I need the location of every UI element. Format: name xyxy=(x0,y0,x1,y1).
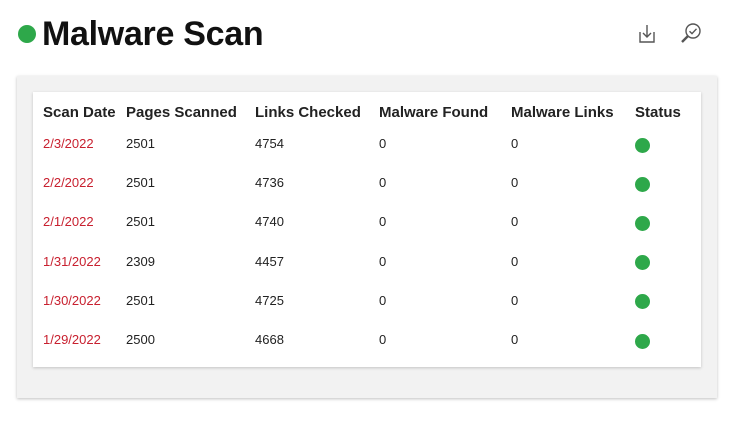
status-ok-icon xyxy=(635,176,650,192)
scan-date-link[interactable]: 2/3/2022 xyxy=(43,136,94,151)
links-checked-cell: 4740 xyxy=(255,214,284,230)
table-row: 1/29/2022 2500 4668 0 0 xyxy=(33,320,701,359)
table-row: 1/30/2022 2501 4725 0 0 xyxy=(33,281,701,320)
malware-links-cell: 0 xyxy=(511,253,519,269)
scan-date-link[interactable]: 2/1/2022 xyxy=(43,214,94,229)
download-icon xyxy=(639,25,655,43)
pages-scanned-cell: 2309 xyxy=(126,253,155,269)
toolbar xyxy=(634,20,704,48)
status-ok-icon xyxy=(635,137,650,153)
table-row: 2/1/2022 2501 4740 0 0 xyxy=(33,202,701,241)
column-header-links-checked: Links Checked xyxy=(255,103,361,121)
scan-date-link[interactable]: 1/29/2022 xyxy=(43,332,101,347)
status-ok-icon xyxy=(635,255,650,271)
pages-scanned-cell: 2501 xyxy=(126,136,155,152)
malware-found-cell: 0 xyxy=(379,136,387,152)
table-header-row: Scan Date Pages Scanned Links Checked Ma… xyxy=(33,100,701,124)
malware-found-cell: 0 xyxy=(379,253,387,269)
table-row: 2/2/2022 2501 4736 0 0 xyxy=(33,163,701,202)
column-header-malware-links: Malware Links xyxy=(511,103,614,121)
scan-table-card: Scan Date Pages Scanned Links Checked Ma… xyxy=(33,92,701,367)
status-ok-icon xyxy=(635,333,650,349)
links-checked-cell: 4754 xyxy=(255,136,284,152)
download-button[interactable] xyxy=(634,20,660,48)
malware-found-cell: 0 xyxy=(379,214,387,230)
search-check-icon xyxy=(681,23,701,43)
table-row: 2/3/2022 2501 4754 0 0 xyxy=(33,124,701,163)
column-header-pages-scanned: Pages Scanned xyxy=(126,103,237,121)
column-header-scan-date: Scan Date xyxy=(43,103,116,121)
scan-date-link[interactable]: 1/31/2022 xyxy=(43,254,101,269)
pages-scanned-cell: 2501 xyxy=(126,175,155,191)
links-checked-cell: 4668 xyxy=(255,332,284,348)
malware-links-cell: 0 xyxy=(511,136,519,152)
pages-scanned-cell: 2500 xyxy=(126,332,155,348)
malware-links-cell: 0 xyxy=(511,214,519,230)
rescan-button[interactable] xyxy=(678,20,704,48)
malware-found-cell: 0 xyxy=(379,292,387,308)
table-row: 1/31/2022 2309 4457 0 0 xyxy=(33,242,701,281)
malware-found-cell: 0 xyxy=(379,175,387,191)
links-checked-cell: 4457 xyxy=(255,253,284,269)
malware-links-cell: 0 xyxy=(511,175,519,191)
status-ok-icon xyxy=(635,215,650,231)
pages-scanned-cell: 2501 xyxy=(126,214,155,230)
page-header: Malware Scan xyxy=(18,12,264,56)
links-checked-cell: 4736 xyxy=(255,175,284,191)
links-checked-cell: 4725 xyxy=(255,292,284,308)
scan-date-link[interactable]: 2/2/2022 xyxy=(43,175,94,190)
column-header-malware-found: Malware Found xyxy=(379,103,489,121)
malware-found-cell: 0 xyxy=(379,332,387,348)
pages-scanned-cell: 2501 xyxy=(126,292,155,308)
status-ok-icon xyxy=(635,294,650,310)
malware-links-cell: 0 xyxy=(511,332,519,348)
malware-links-cell: 0 xyxy=(511,292,519,308)
scan-table: Scan Date Pages Scanned Links Checked Ma… xyxy=(33,100,701,359)
column-header-status: Status xyxy=(635,103,681,121)
status-indicator xyxy=(18,25,36,43)
page-title: Malware Scan xyxy=(42,14,264,53)
scan-panel: Scan Date Pages Scanned Links Checked Ma… xyxy=(17,76,717,398)
scan-date-link[interactable]: 1/30/2022 xyxy=(43,293,101,308)
